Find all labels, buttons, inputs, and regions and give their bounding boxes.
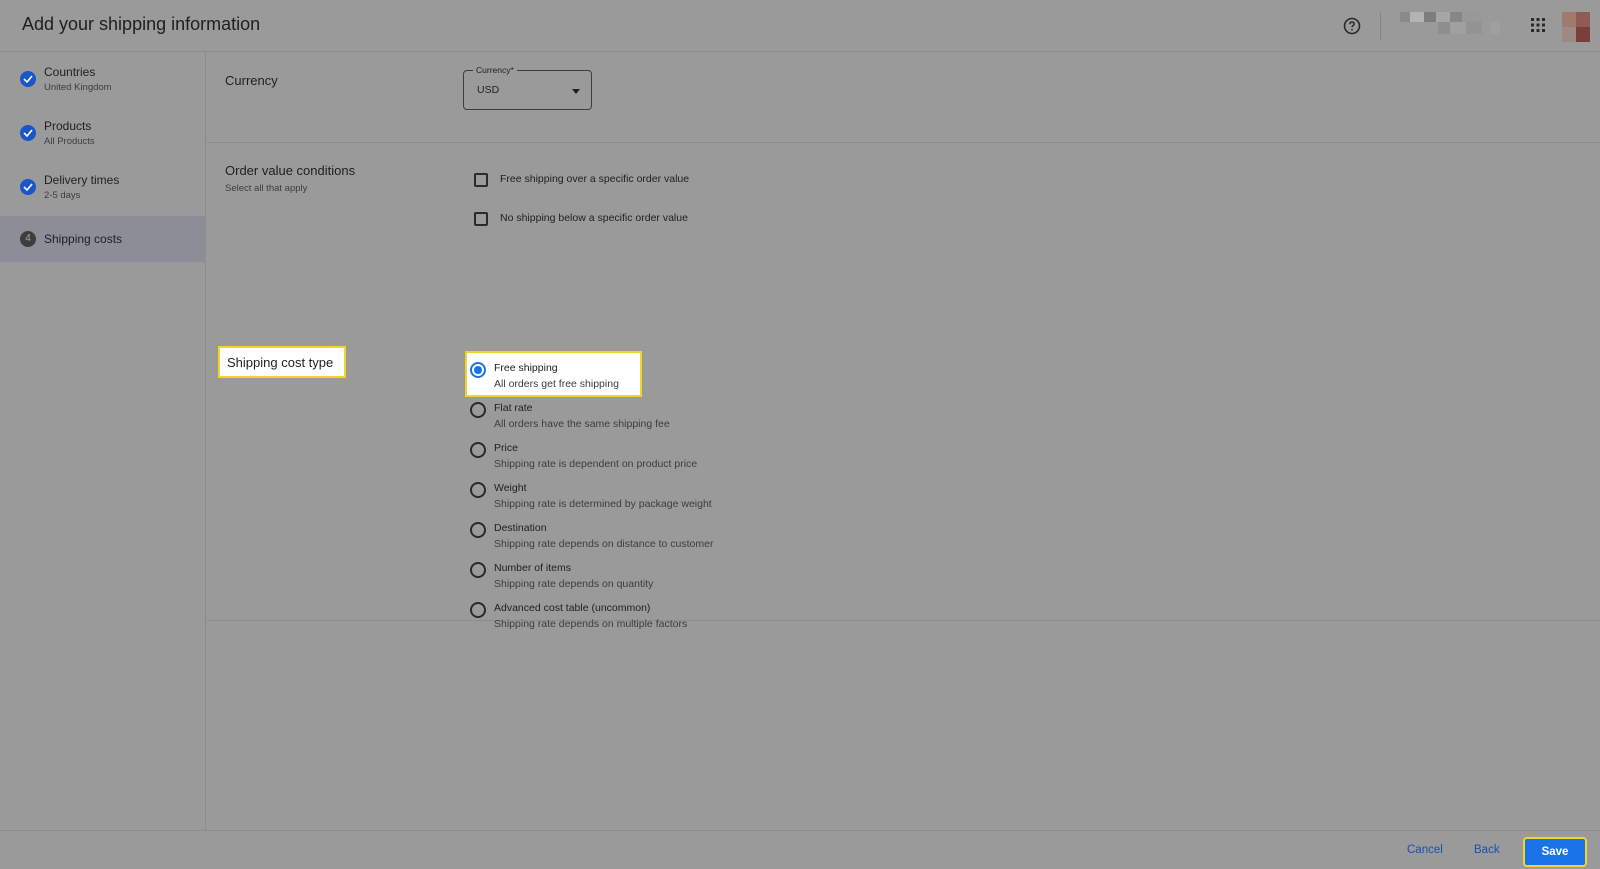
apps-grid-icon[interactable]: [1530, 17, 1546, 33]
radio-button[interactable]: [470, 522, 486, 538]
radio-description: Shipping rate depends on multiple factor…: [494, 618, 688, 630]
cancel-button[interactable]: Cancel: [1407, 844, 1443, 856]
step-countries[interactable]: Countries United Kingdom: [0, 52, 206, 106]
step-number: 4: [20, 231, 36, 247]
radio-label: Flat rate: [494, 402, 533, 414]
radio-label: Advanced cost table (uncommon): [494, 602, 651, 614]
step-products[interactable]: Products All Products: [0, 106, 206, 160]
stepper-sidebar: Countries United Kingdom Products All Pr…: [0, 52, 206, 830]
radio-button[interactable]: [470, 482, 486, 498]
radio-label: Price: [494, 442, 518, 454]
account-info-redacted[interactable]: [1400, 12, 1500, 34]
order-conditions-title: Order value conditions: [225, 163, 356, 178]
check-circle-icon: [20, 179, 36, 195]
radio-button[interactable]: [470, 362, 486, 378]
step-delivery-times[interactable]: Delivery times 2-5 days: [0, 160, 206, 214]
radio-advanced-cost-table[interactable]: Advanced cost table (uncommon) Shipping …: [470, 600, 770, 636]
radio-price[interactable]: Price Shipping rate is dependent on prod…: [470, 440, 770, 476]
check-circle-icon: [20, 71, 36, 87]
radio-description: All orders have the same shipping fee: [494, 418, 670, 430]
radio-description: Shipping rate is dependent on product pr…: [494, 458, 698, 470]
help-icon[interactable]: [1343, 17, 1361, 35]
step-label: Countries: [44, 65, 96, 79]
radio-description: All orders get free shipping: [494, 378, 619, 390]
page-title: Add your shipping information: [22, 14, 261, 34]
radio-number-of-items[interactable]: Number of items Shipping rate depends on…: [470, 560, 770, 596]
order-conditions-subtitle: Select all that apply: [225, 183, 308, 194]
save-button[interactable]: Save: [1523, 837, 1587, 867]
currency-select[interactable]: Currency* USD: [463, 65, 592, 110]
step-label: Delivery times: [44, 173, 120, 187]
currency-value: USD: [477, 84, 500, 96]
back-button[interactable]: Back: [1474, 844, 1500, 856]
checkbox-label: No shipping below a specific order value: [500, 212, 688, 224]
radio-destination[interactable]: Destination Shipping rate depends on dis…: [470, 520, 770, 556]
currency-section: Currency Currency* USD: [207, 52, 1600, 143]
step-label: Shipping costs: [44, 232, 123, 246]
radio-button[interactable]: [470, 562, 486, 578]
footer-bar: Cancel Back Save: [0, 830, 1600, 869]
step-summary: United Kingdom: [44, 82, 112, 93]
top-bar: Add your shipping information: [0, 0, 1600, 52]
step-summary: 2-5 days: [44, 190, 81, 201]
step-summary: All Products: [44, 136, 95, 147]
avatar[interactable]: [1562, 12, 1590, 42]
currency-field-label: Currency*: [473, 65, 517, 75]
main-content: Currency Currency* USD Order value condi…: [207, 52, 1600, 830]
radio-label: Destination: [494, 522, 547, 534]
radio-free-shipping[interactable]: Free shipping All orders get free shippi…: [470, 360, 770, 396]
shipping-cost-type-label: Shipping cost type: [218, 346, 346, 378]
radio-label: Weight: [494, 482, 527, 494]
checkbox-label: Free shipping over a specific order valu…: [500, 173, 690, 185]
step-shipping-costs[interactable]: 4 Shipping costs: [0, 216, 206, 262]
checkbox[interactable]: [474, 212, 488, 226]
radio-flat-rate[interactable]: Flat rate All orders have the same shipp…: [470, 400, 770, 436]
conditions-section: Order value conditions Select all that a…: [207, 143, 1600, 630]
header-divider: [1380, 12, 1381, 40]
radio-description: Shipping rate depends on quantity: [494, 578, 654, 590]
radio-label: Free shipping: [494, 362, 558, 374]
check-circle-icon: [20, 125, 36, 141]
radio-button[interactable]: [470, 442, 486, 458]
radio-description: Shipping rate is determined by package w…: [494, 498, 712, 510]
caret-down-icon: [572, 89, 580, 94]
checkbox[interactable]: [474, 173, 488, 187]
radio-weight[interactable]: Weight Shipping rate is determined by pa…: [470, 480, 770, 516]
radio-label: Number of items: [494, 562, 572, 574]
radio-button[interactable]: [470, 602, 486, 618]
currency-title: Currency: [225, 73, 278, 88]
radio-description: Shipping rate depends on distance to cus…: [494, 538, 714, 550]
radio-button[interactable]: [470, 402, 486, 418]
shipping-cost-type-title: Shipping cost type: [227, 355, 334, 370]
step-label: Products: [44, 119, 92, 133]
